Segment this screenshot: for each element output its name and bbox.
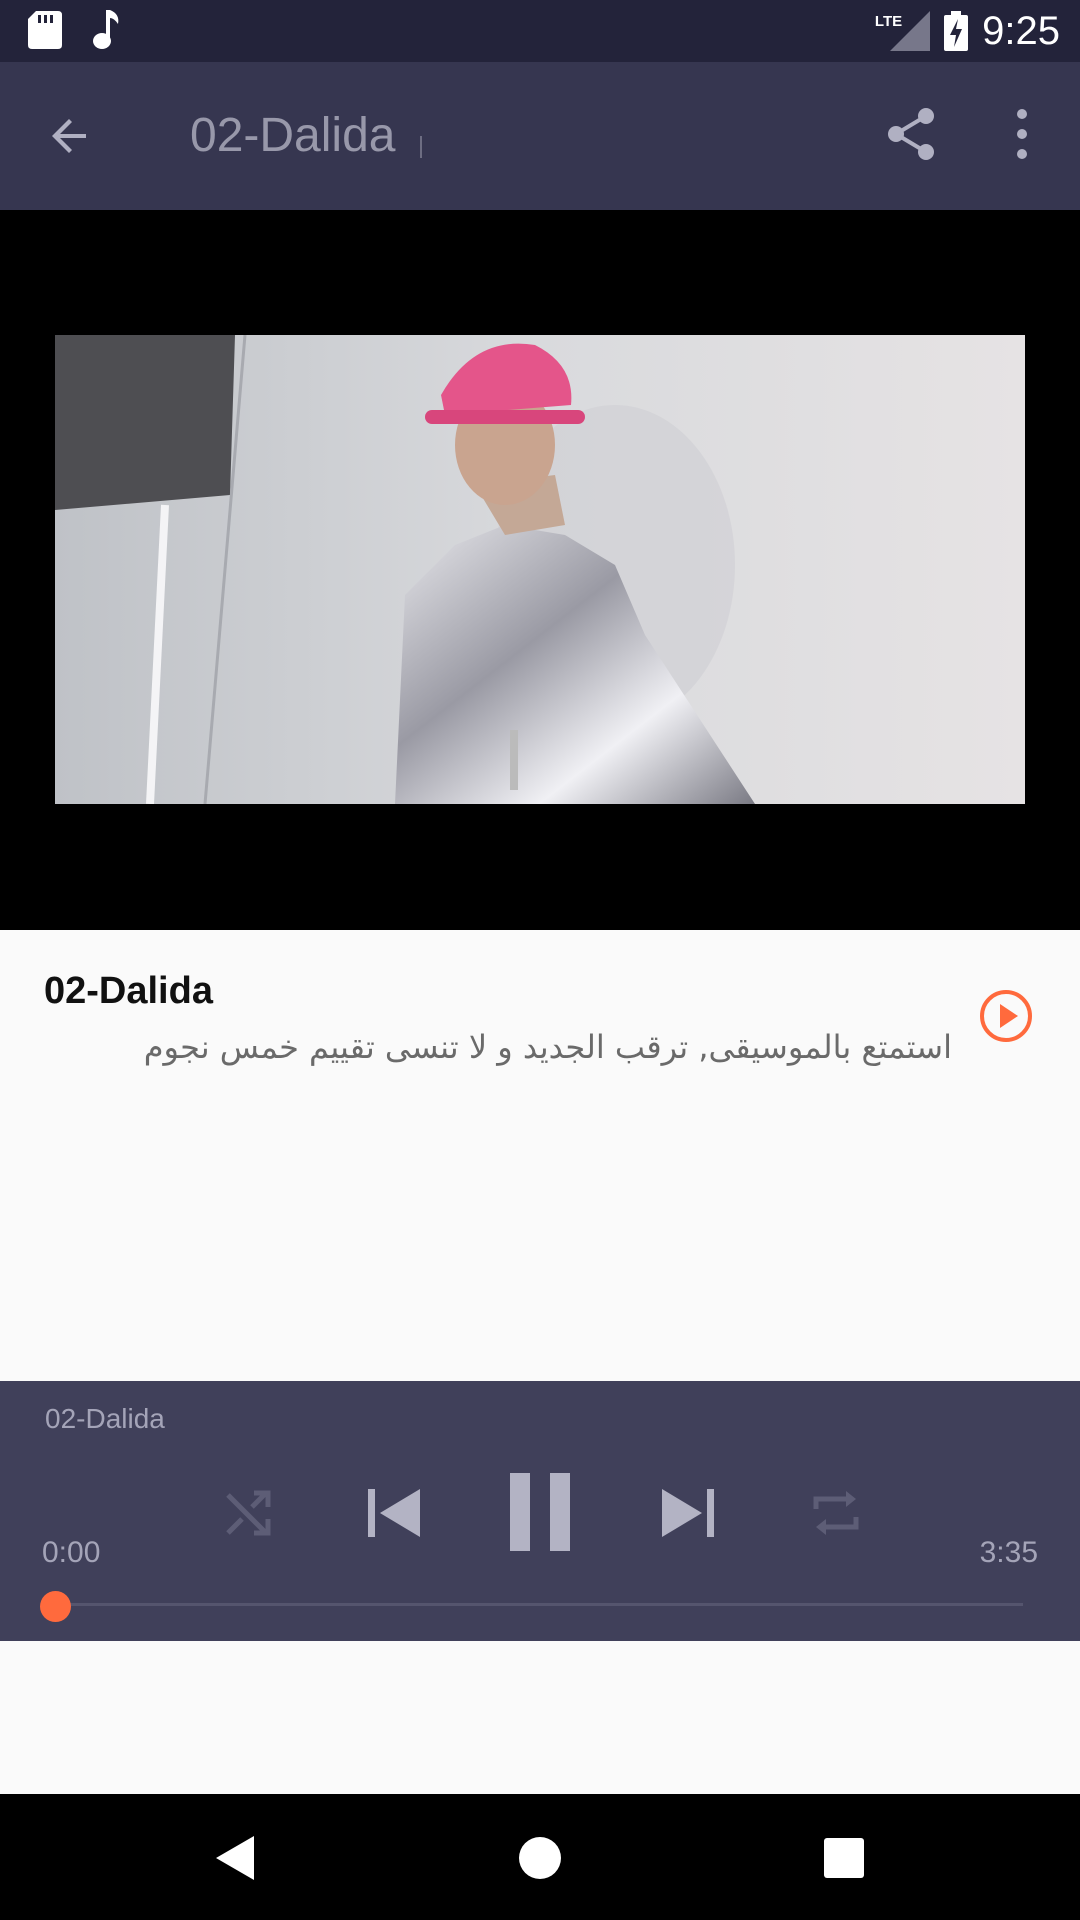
track-description: استمتع بالموسيقى, ترقب الجديد و لا تنسى … [143, 1028, 952, 1066]
track-title: 02-Dalida [44, 970, 213, 1012]
nav-back-icon[interactable] [214, 1834, 258, 1882]
status-bar: LTE 9:25 [0, 0, 1080, 62]
seek-thumb[interactable] [39, 1591, 71, 1622]
play-circle-icon[interactable] [978, 988, 1034, 1044]
seek-bar[interactable] [55, 1603, 1023, 1606]
player-track-title: 02-Dalida [45, 1403, 165, 1434]
track-info: 02-Dalida استمتع بالموسيقى, ترقب الجديد … [0, 930, 1080, 1380]
pause-icon[interactable] [506, 1473, 574, 1551]
repeat-icon[interactable] [808, 1485, 864, 1541]
mini-player: 02-Dalida 0:00 3:35 [0, 1381, 1080, 1641]
music-note-icon [93, 10, 119, 49]
nav-recents-icon[interactable] [824, 1838, 864, 1878]
app-bar: 02-Dalida [0, 62, 1080, 210]
system-nav-bar [0, 1794, 1080, 1920]
album-artwork [55, 335, 1025, 804]
skip-next-icon[interactable] [660, 1485, 716, 1541]
duration: 3:35 [979, 1536, 1038, 1569]
nav-home-icon[interactable] [518, 1836, 562, 1880]
clock: 9:25 [982, 8, 1060, 53]
share-icon[interactable] [880, 102, 944, 166]
network-type: LTE [874, 12, 903, 30]
back-arrow-icon[interactable] [40, 104, 104, 168]
page-title: 02-Dalida [190, 109, 396, 162]
video-player[interactable] [0, 210, 1080, 930]
more-vert-icon[interactable] [1000, 102, 1044, 166]
shuffle-icon[interactable] [222, 1487, 274, 1539]
current-time: 0:00 [42, 1536, 101, 1569]
battery-charging-icon [944, 11, 969, 51]
title-fade-mark [420, 136, 422, 158]
sd-card-icon [28, 11, 62, 49]
skip-previous-icon[interactable] [366, 1485, 422, 1541]
